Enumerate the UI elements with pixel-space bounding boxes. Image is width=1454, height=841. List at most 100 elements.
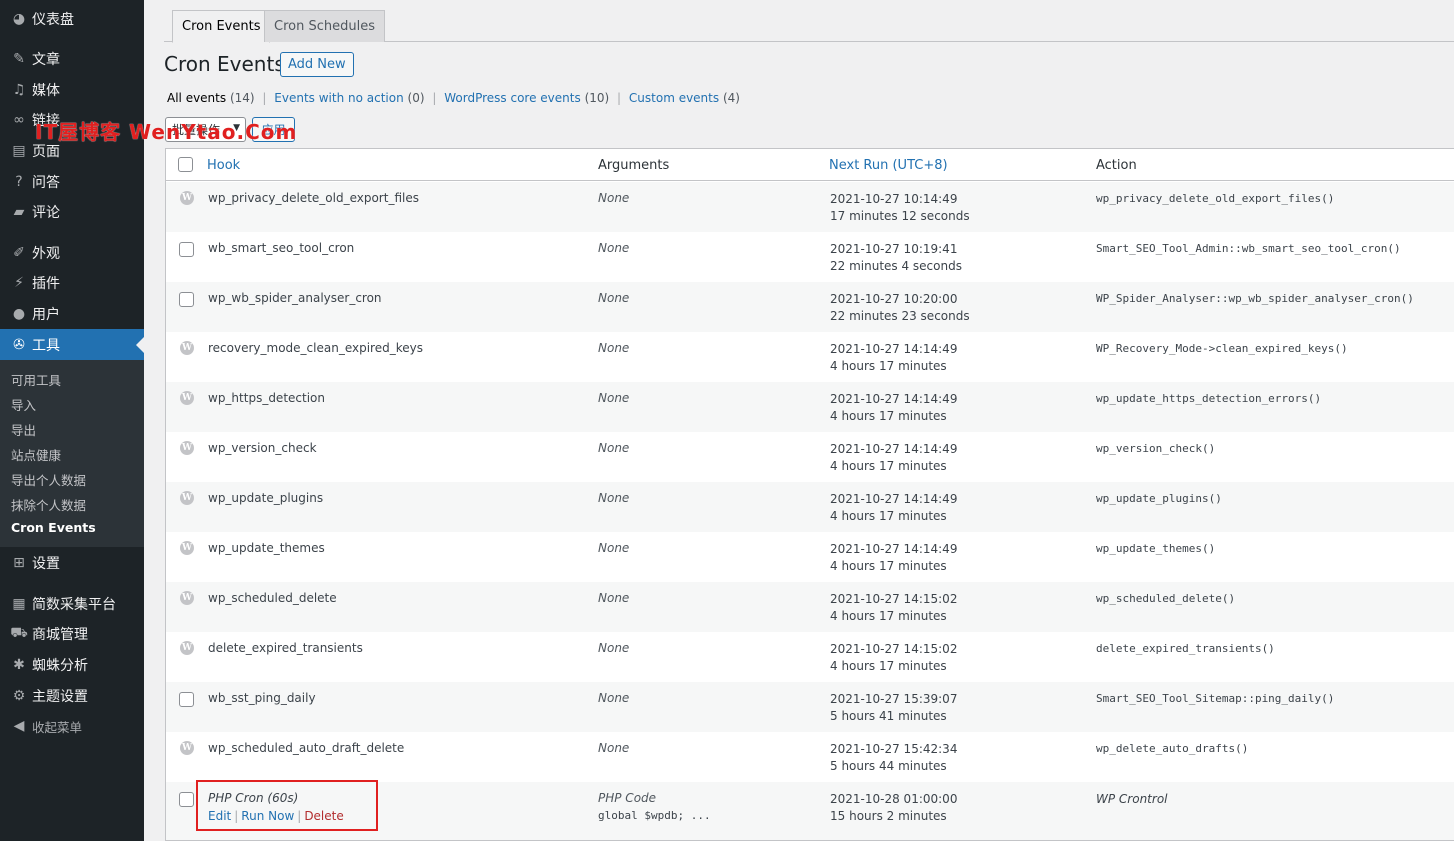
hook-name: wp_wb_spider_analyser_cron [208,291,382,305]
table-row[interactable]: Wwp_https_detection None 2021-10-27 14:14:… [166,382,1454,432]
next-run-date: 2021-10-27 15:39:07 [830,692,958,706]
hook-name: wp_version_check [208,441,317,455]
event-filters: All events (14) | Events with no action … [167,91,740,105]
table-row[interactable]: Wrecovery_mode_clean_expired_keys None 202… [166,332,1454,382]
menu-media[interactable]: ♫ 媒体 [0,76,144,104]
next-run-relative: 22 minutes 4 seconds [830,259,962,273]
menu-settings[interactable]: ⊞ 设置 [0,549,144,577]
menu-spider-analysis[interactable]: ✱ 蜘蛛分析 [0,651,144,679]
column-hook[interactable]: Hook [207,158,240,173]
next-run-date: 2021-10-27 14:15:02 [830,592,958,606]
menu-collapse[interactable]: ◀ 收起菜单 [0,712,144,740]
row-checkbox[interactable] [179,692,194,707]
menu-tools[interactable]: ✇ 工具 [0,329,144,360]
arguments-value: None [598,541,630,555]
action-callback: wp_update_https_detection_errors() [1096,392,1322,405]
table-header: Hook Arguments Next Run (UTC+8) Action [166,149,1454,181]
plugin-icon: ⚡ [14,275,24,291]
wordpress-icon: W [180,641,194,655]
table-row[interactable]: Wwp_scheduled_auto_draft_delete None 2021-… [166,732,1454,782]
table-row[interactable]: wb_sst_ping_daily None 2021-10-27 15:39:07… [166,682,1454,732]
submenu-available-tools[interactable]: 可用工具 [11,370,61,389]
action-callback: WP_Recovery_Mode->clean_expired_keys() [1096,342,1348,355]
filter-separator: | [432,91,437,105]
table-row[interactable]: Wwp_update_plugins None 2021-10-27 14:14:4… [166,482,1454,532]
row-checkbox[interactable] [179,792,194,807]
column-action: Action [1096,158,1137,173]
next-run: 2021-10-27 14:14:49 4 hours 17 minutes [830,491,957,525]
add-new-button[interactable]: Add New [280,52,354,77]
filter-separator: | [262,91,267,105]
menu-collect-platform[interactable]: ▦ 简数采集平台 [0,590,144,618]
hook-name: wp_scheduled_auto_draft_delete [208,741,405,755]
link-icon: ∞ [13,112,25,128]
table-row[interactable]: Wwp_privacy_delete_old_export_files None 2… [166,182,1454,232]
row-checkbox[interactable] [179,242,194,257]
next-run-date: 2021-10-27 10:20:00 [830,292,958,306]
arguments-value: None [598,391,630,405]
submenu-export-personal-data[interactable]: 导出个人数据 [11,470,86,489]
hook-name: delete_expired_transients [208,641,363,655]
next-run-relative: 4 hours 17 minutes [830,409,947,423]
row-checkbox[interactable] [179,292,194,307]
menu-appearance[interactable]: ✐ 外观 [0,239,144,267]
menu-posts[interactable]: ✎ 文章 [0,45,144,73]
filter-custom-events[interactable]: Custom events [629,91,719,105]
table-row[interactable]: Wwp_update_themes None 2021-10-27 14:14:49… [166,532,1454,582]
table-row[interactable]: wb_smart_seo_tool_cron None 2021-10-27 10:… [166,232,1454,282]
table-row[interactable]: Wwp_version_check None 2021-10-27 14:14:49… [166,432,1454,482]
filter-core-events[interactable]: WordPress core events [444,91,580,105]
wrench-icon: ✇ [13,336,25,353]
submenu-site-health[interactable]: 站点健康 [11,445,61,464]
arguments-value: None [598,241,630,255]
action-callback: WP_Spider_Analyser::wp_wb_spider_analyse… [1096,292,1414,305]
table-row[interactable]: wp_wb_spider_analyser_cron None 2021-10-27… [166,282,1454,332]
next-run-date: 2021-10-28 01:00:00 [830,792,958,806]
next-run-date: 2021-10-27 14:15:02 [830,642,958,656]
filter-no-action[interactable]: Events with no action [274,91,403,105]
cart-icon: ⛟ [10,625,28,641]
collapse-icon: ◀ [13,718,25,734]
menu-theme-settings[interactable]: ⚙ 主题设置 [0,682,144,710]
filter-custom-count: (4) [722,91,740,105]
menu-qa[interactable]: ? 问答 [0,168,144,196]
action-callback: WP Crontrol [1096,792,1168,806]
next-run-relative: 4 hours 17 minutes [830,459,947,473]
next-run-date: 2021-10-27 10:14:49 [830,192,958,206]
menu-dashboard[interactable]: ◕ 仪表盘 [0,5,144,33]
menu-plugins[interactable]: ⚡ 插件 [0,269,144,297]
submenu-erase-personal-data[interactable]: 抹除个人数据 [11,495,86,514]
next-run: 2021-10-27 14:14:49 4 hours 17 minutes [830,541,957,575]
action-callback: wp_privacy_delete_old_export_files() [1096,192,1335,205]
next-run-relative: 4 hours 17 minutes [830,559,947,573]
table-row[interactable]: Wwp_scheduled_delete None 2021-10-27 14:15… [166,582,1454,632]
arguments-value: None [598,191,630,205]
hook-name: wp_update_plugins [208,491,324,505]
filter-all[interactable]: All events [167,91,226,105]
next-run-relative: 5 hours 44 minutes [830,759,947,773]
arguments-value: None [598,591,630,605]
menu-shop[interactable]: ⛟ 商城管理 [0,620,144,648]
tab-cron-events[interactable]: Cron Events [172,10,271,43]
pin-icon: ✎ [13,51,25,67]
column-next-run[interactable]: Next Run (UTC+8) [829,158,948,173]
menu-users[interactable]: ● 用户 [0,300,144,328]
menu-comments[interactable]: ▰ 评论 [0,198,144,226]
dashboard-icon: ◕ [12,11,26,27]
submenu-export[interactable]: 导出 [11,420,36,439]
next-run: 2021-10-27 10:20:00 22 minutes 23 seconds [830,291,970,325]
arguments-value: PHP Code [598,791,657,805]
spider-icon: ✱ [13,657,25,673]
submenu-import[interactable]: 导入 [11,395,36,414]
watermark-text: IT屋博客 WenYtao.Com [35,120,298,144]
tab-cron-schedules[interactable]: Cron Schedules [264,10,385,42]
question-icon: ? [15,174,23,190]
action-callback: Smart_SEO_Tool_Sitemap::ping_daily() [1096,692,1335,705]
next-run-relative: 4 hours 17 minutes [830,359,947,373]
action-callback: wp_update_themes() [1096,542,1216,555]
table-row[interactable]: Wdelete_expired_transients None 2021-10-27… [166,632,1454,682]
submenu-cron-events[interactable]: Cron Events [11,520,96,535]
php-code-snippet: global $wpdb; ... [598,809,711,822]
filter-separator: | [617,91,622,105]
select-all-checkbox[interactable] [178,157,193,172]
